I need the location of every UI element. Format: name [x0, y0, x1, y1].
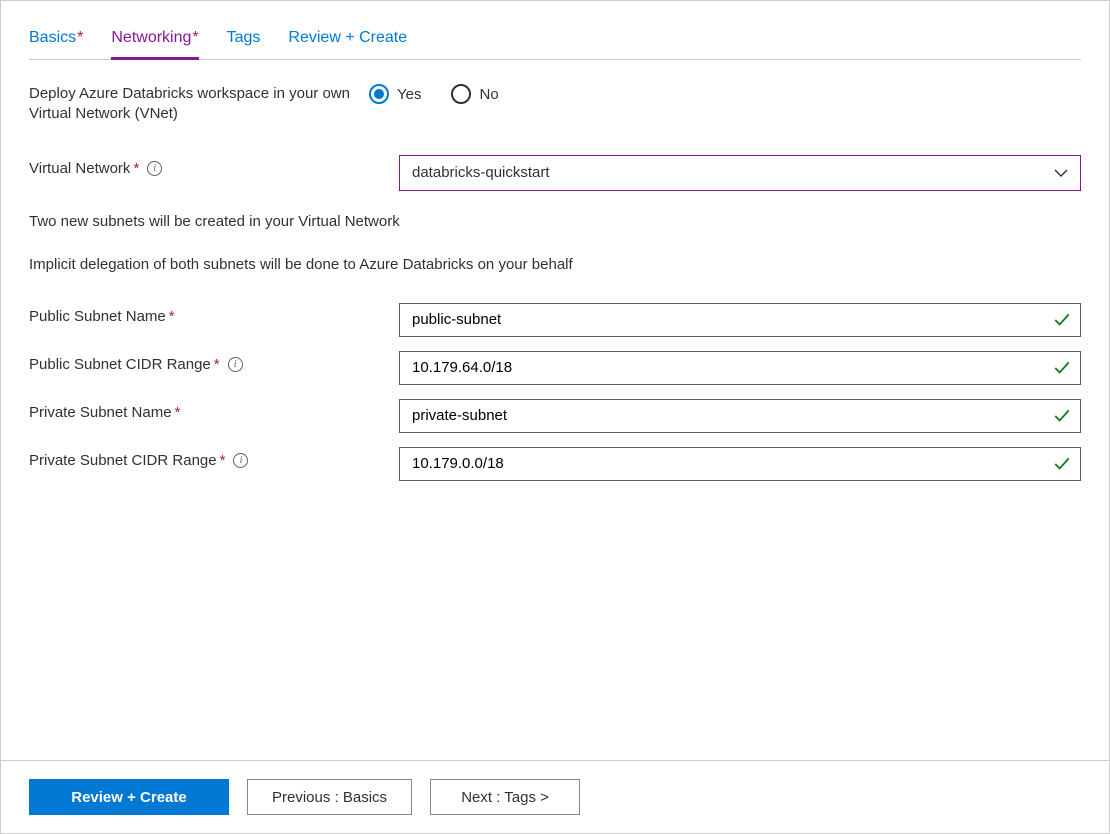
- row-deploy-vnet: Deploy Azure Databricks workspace in you…: [29, 82, 1081, 125]
- required-asterisk: *: [175, 403, 181, 423]
- tab-label: Review + Create: [288, 29, 407, 46]
- control-private-subnet-name: [399, 399, 1081, 433]
- radio-group-deploy-vnet: Yes No: [369, 82, 1081, 104]
- control-deploy-vnet: Yes No: [369, 82, 1081, 104]
- radio-circle-icon: [451, 84, 471, 104]
- required-asterisk: *: [192, 29, 198, 46]
- row-public-subnet-name: Public Subnet Name *: [29, 303, 1081, 337]
- virtual-network-dropdown[interactable]: databricks-quickstart: [399, 155, 1081, 191]
- required-asterisk: *: [133, 159, 139, 179]
- label-text: Public Subnet Name: [29, 307, 166, 327]
- note-delegation: Implicit delegation of both subnets will…: [29, 254, 1081, 275]
- page-container: Basics* Networking* Tags Review + Create…: [0, 0, 1110, 834]
- label-text: Virtual Network: [29, 159, 130, 179]
- radio-no[interactable]: No: [451, 84, 498, 104]
- label-public-subnet-name: Public Subnet Name *: [29, 303, 399, 327]
- public-subnet-name-input[interactable]: [399, 303, 1081, 337]
- footer-bar: Review + Create Previous : Basics Next :…: [1, 760, 1109, 833]
- radio-no-label: No: [479, 86, 498, 103]
- label-public-subnet-cidr: Public Subnet CIDR Range * i: [29, 351, 399, 375]
- row-private-subnet-cidr: Private Subnet CIDR Range * i: [29, 447, 1081, 481]
- check-icon: [1053, 311, 1071, 329]
- radio-yes[interactable]: Yes: [369, 84, 421, 104]
- info-icon[interactable]: i: [228, 357, 243, 372]
- info-icon[interactable]: i: [147, 161, 162, 176]
- dropdown-value: databricks-quickstart: [412, 164, 550, 181]
- tab-tags[interactable]: Tags: [227, 23, 261, 59]
- info-icon[interactable]: i: [233, 453, 248, 468]
- check-icon: [1053, 407, 1071, 425]
- chevron-down-icon: [1054, 166, 1068, 180]
- review-create-button[interactable]: Review + Create: [29, 779, 229, 815]
- tab-label: Networking: [111, 29, 191, 46]
- tab-label: Tags: [227, 29, 261, 46]
- control-private-subnet-cidr: [399, 447, 1081, 481]
- public-subnet-cidr-input[interactable]: [399, 351, 1081, 385]
- row-virtual-network: Virtual Network * i databricks-quickstar…: [29, 155, 1081, 191]
- control-public-subnet-name: [399, 303, 1081, 337]
- label-private-subnet-cidr: Private Subnet CIDR Range * i: [29, 447, 399, 471]
- private-subnet-name-input[interactable]: [399, 399, 1081, 433]
- required-asterisk: *: [77, 29, 83, 46]
- note-subnets-created: Two new subnets will be created in your …: [29, 211, 1081, 232]
- required-asterisk: *: [169, 307, 175, 327]
- required-asterisk: *: [214, 355, 220, 375]
- check-icon: [1053, 359, 1071, 377]
- next-button[interactable]: Next : Tags >: [430, 779, 580, 815]
- previous-button[interactable]: Previous : Basics: [247, 779, 412, 815]
- label-private-subnet-name: Private Subnet Name *: [29, 399, 399, 423]
- control-virtual-network: databricks-quickstart: [399, 155, 1081, 191]
- check-icon: [1053, 455, 1071, 473]
- label-text: Private Subnet CIDR Range: [29, 451, 217, 471]
- radio-circle-icon: [369, 84, 389, 104]
- label-deploy-vnet: Deploy Azure Databricks workspace in you…: [29, 82, 369, 125]
- tab-bar: Basics* Networking* Tags Review + Create: [29, 23, 1081, 60]
- tab-networking[interactable]: Networking*: [111, 23, 198, 60]
- label-virtual-network: Virtual Network * i: [29, 155, 399, 179]
- row-public-subnet-cidr: Public Subnet CIDR Range * i: [29, 351, 1081, 385]
- content-area: Basics* Networking* Tags Review + Create…: [1, 1, 1109, 760]
- row-private-subnet-name: Private Subnet Name *: [29, 399, 1081, 433]
- required-asterisk: *: [220, 451, 226, 471]
- tab-label: Basics: [29, 29, 76, 46]
- private-subnet-cidr-input[interactable]: [399, 447, 1081, 481]
- tab-review-create[interactable]: Review + Create: [288, 23, 407, 59]
- tab-basics[interactable]: Basics*: [29, 23, 83, 59]
- control-public-subnet-cidr: [399, 351, 1081, 385]
- label-text: Public Subnet CIDR Range: [29, 355, 211, 375]
- label-text: Private Subnet Name: [29, 403, 172, 423]
- radio-yes-label: Yes: [397, 86, 421, 103]
